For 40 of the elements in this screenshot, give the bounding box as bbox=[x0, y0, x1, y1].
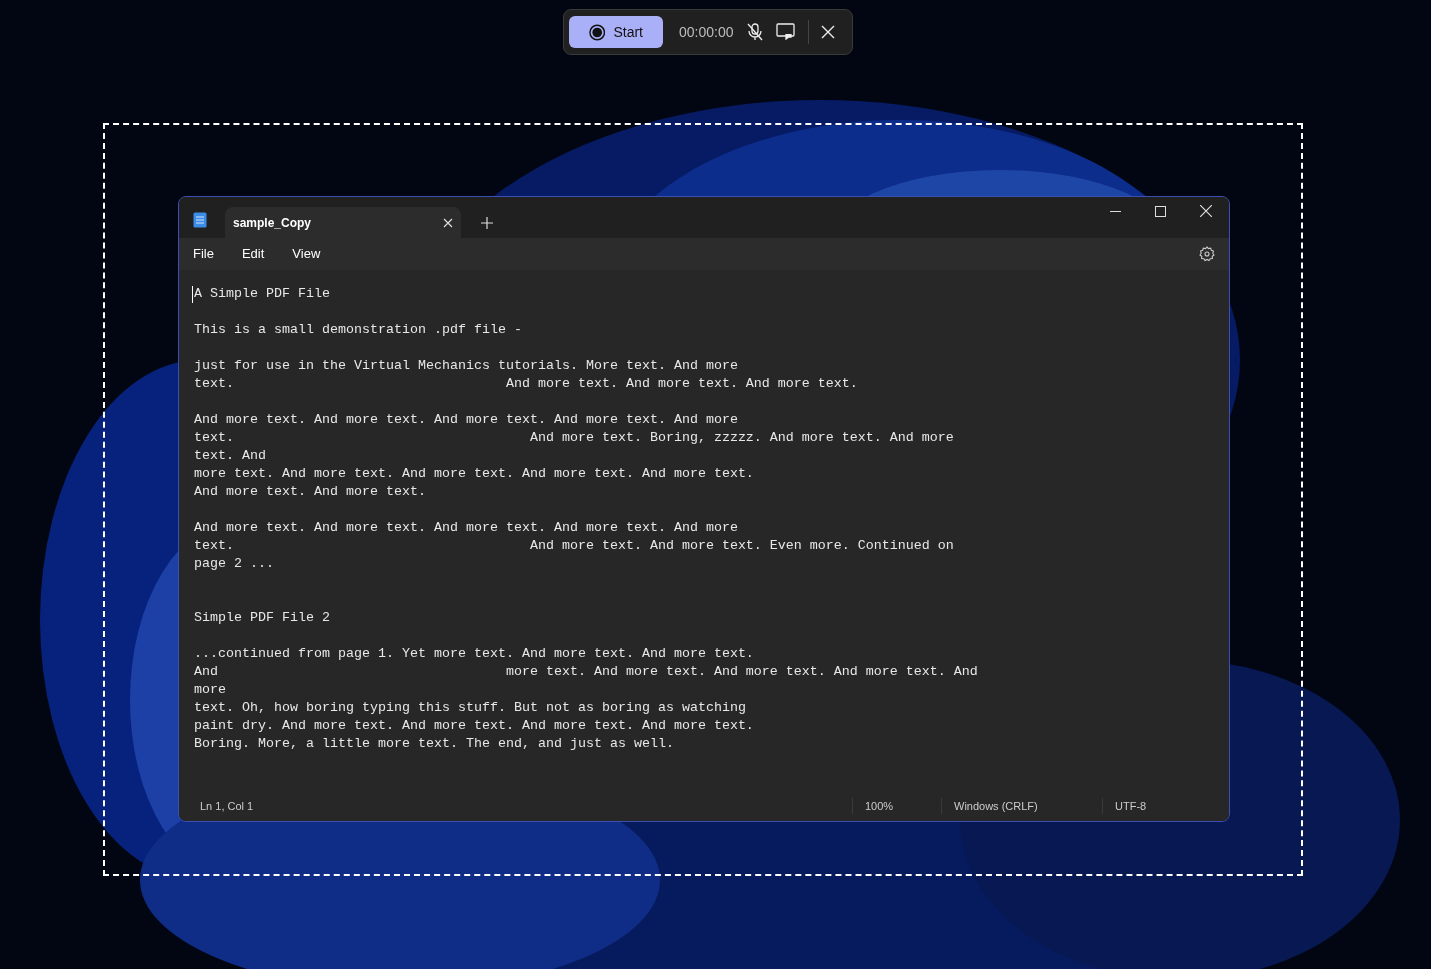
start-button[interactable]: Start bbox=[569, 16, 663, 48]
text-line: Boring. More, a little more text. The end, and just as well. bbox=[194, 735, 674, 753]
close-icon[interactable] bbox=[820, 25, 835, 39]
tab[interactable]: sample_Copy bbox=[225, 207, 461, 238]
status-text: UTF-8 bbox=[1114, 798, 1148, 814]
text-line: Simple PDF File 2 bbox=[194, 609, 330, 627]
text-line: text. And more text. And more text. And more text. bbox=[194, 375, 858, 393]
menu-item[interactable]: Edit bbox=[231, 241, 275, 267]
status-text: 100% bbox=[864, 798, 895, 814]
text-line: just for use in the Virtual Mechanics tutorials. More text. And more bbox=[194, 357, 738, 375]
add-icon[interactable] bbox=[481, 217, 493, 229]
microphone-icon[interactable] bbox=[745, 23, 764, 41]
text-line: text. And bbox=[194, 447, 266, 465]
text-line: This is a small demonstration .pdf file - bbox=[194, 321, 522, 339]
text-line: page 2 ... bbox=[194, 555, 274, 573]
menu-item[interactable]: File bbox=[183, 241, 224, 267]
record-icon bbox=[589, 23, 606, 41]
close-icon[interactable] bbox=[1200, 205, 1212, 217]
text-line: more bbox=[194, 681, 226, 699]
text-line: And more text. And more text. And more text. And more text. And more bbox=[194, 519, 738, 537]
timer: 00:00:00 bbox=[679, 23, 734, 42]
text-line: A Simple PDF File bbox=[194, 285, 330, 303]
text-line: And more text. And more text. And more text. And more text. And bbox=[194, 663, 978, 681]
close-icon[interactable] bbox=[443, 217, 453, 228]
text-line: ...continued from page 1. Yet more text. And more text. And more text. bbox=[194, 645, 754, 663]
text-line: And more text. And more text. And more text. And more text. And more bbox=[194, 411, 738, 429]
text-line: text. Oh, how boring typing this stuff. But not as boring as watching bbox=[194, 699, 746, 717]
text-line: paint dry. And more text. And more text. And more text. And more text. bbox=[194, 717, 754, 735]
menu-item[interactable]: View bbox=[282, 241, 331, 267]
text-cursor bbox=[192, 286, 193, 303]
status-text: Windows (CRLF) bbox=[953, 798, 1039, 814]
status-text: Ln 1, Col 1 bbox=[199, 798, 255, 814]
maximize-icon[interactable] bbox=[1155, 205, 1166, 217]
notepad-icon bbox=[193, 212, 207, 228]
text-line: more text. And more text. And more text. And more text. And more text. bbox=[194, 465, 754, 483]
text-line: text. And more text. And more text. Even more. Continued on bbox=[194, 537, 954, 555]
text-line: text. And more text. Boring, zzzzz. And more text. And more bbox=[194, 429, 954, 447]
text-line: And more text. And more text. bbox=[194, 483, 426, 501]
screen-audio-icon[interactable] bbox=[775, 23, 796, 41]
settings-icon[interactable] bbox=[1199, 246, 1215, 262]
